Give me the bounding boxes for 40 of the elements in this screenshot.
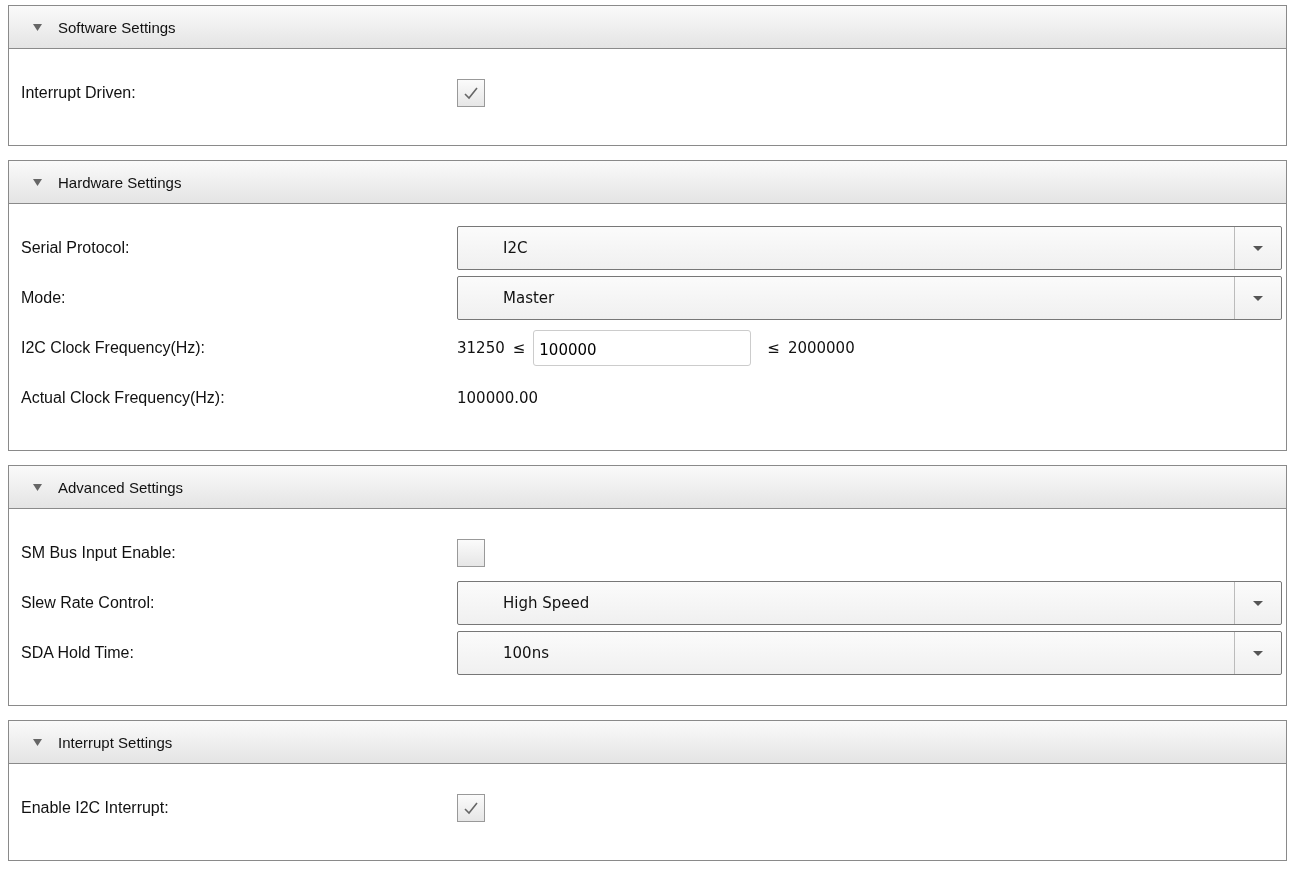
- field-label: Mode:: [20, 289, 67, 307]
- readout-value: 100000.00: [457, 389, 539, 407]
- field-label: Serial Protocol:: [20, 239, 131, 257]
- less-equal-sign: ≤: [512, 339, 526, 357]
- field-label: I2C Clock Frequency(Hz):: [20, 339, 207, 357]
- triangle-icon: [33, 738, 42, 746]
- dropdown[interactable]: High Speed: [457, 581, 1282, 625]
- min-value: 31250: [457, 339, 505, 357]
- less-equal-sign: ≤: [767, 339, 780, 357]
- checkbox[interactable]: [457, 79, 485, 107]
- section-title: Advanced Settings: [58, 478, 184, 496]
- section-header[interactable]: Software Settings: [9, 6, 1286, 49]
- triangle-icon: [33, 23, 42, 31]
- field-label: Actual Clock Frequency(Hz):: [20, 389, 226, 407]
- field-label: SM Bus Input Enable:: [20, 544, 177, 562]
- section-title: Software Settings: [58, 18, 176, 36]
- checkbox[interactable]: [457, 794, 485, 822]
- section-header[interactable]: Interrupt Settings: [9, 721, 1286, 764]
- caret-icon: [1253, 295, 1263, 301]
- caret-icon: [1253, 245, 1263, 251]
- field-label: Interrupt Driven:: [20, 84, 137, 102]
- section-header[interactable]: Advanced Settings: [9, 466, 1286, 509]
- field-label: Slew Rate Control:: [20, 594, 156, 612]
- section-title: Hardware Settings: [58, 173, 182, 191]
- dropdown[interactable]: 100ns: [457, 631, 1282, 675]
- triangle-icon: [33, 178, 42, 186]
- input-field[interactable]: 100000: [533, 330, 752, 366]
- triangle-icon: [33, 483, 42, 491]
- checkbox[interactable]: [457, 539, 485, 567]
- max-value: 2000000: [787, 339, 855, 357]
- field-label: Enable I2C Interrupt:: [20, 799, 170, 817]
- caret-icon: [1253, 650, 1263, 656]
- dropdown[interactable]: Master: [457, 276, 1282, 320]
- section-title: Interrupt Settings: [58, 733, 173, 751]
- dropdown[interactable]: I2C: [457, 226, 1282, 270]
- check-icon: [463, 86, 479, 100]
- caret-icon: [1253, 600, 1263, 606]
- check-icon: [463, 801, 479, 815]
- section-header[interactable]: Hardware Settings: [9, 161, 1286, 204]
- field-label: SDA Hold Time:: [20, 644, 135, 662]
